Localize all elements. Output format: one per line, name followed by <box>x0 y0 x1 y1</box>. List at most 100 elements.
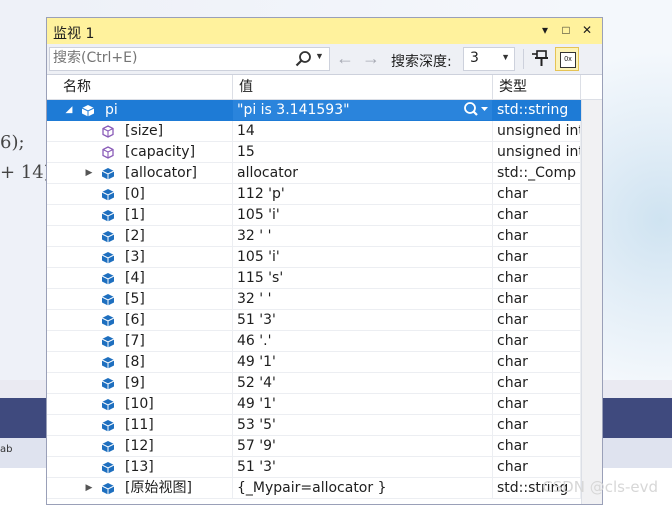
watch-row-name-cell: [6] <box>47 310 233 331</box>
watch-row-type: char <box>493 226 581 247</box>
watch-row-value[interactable]: 51 '3' <box>233 457 493 478</box>
watch-row-value-text: 46 '.' <box>237 333 272 349</box>
watch-row-name: [size] <box>125 123 164 139</box>
collapse-arrow-icon[interactable]: ◢ <box>63 100 75 120</box>
watch-row-value[interactable]: 112 'p' <box>233 184 493 205</box>
watch-row-type: char <box>493 310 581 331</box>
watch-row-value-text: 57 '9' <box>237 438 276 454</box>
watch-row-value-text: "pi is 3.141593" <box>237 102 350 118</box>
watch-row-value[interactable]: "pi is 3.141593" <box>233 100 493 121</box>
watch-row[interactable]: [10] 49 '1' char <box>47 394 581 415</box>
watch-row[interactable]: [size] 14 unsigned int <box>47 121 581 142</box>
field-icon <box>101 483 115 495</box>
watch-row-type: std::_Comp <box>493 163 581 184</box>
watch-row-type: unsigned int <box>493 121 581 142</box>
watch-row-name-cell: [12] <box>47 436 233 457</box>
watch-row[interactable]: [5] 32 ' ' char <box>47 289 581 310</box>
field-icon <box>101 378 115 390</box>
search-options-dropdown-icon[interactable]: ▼ <box>315 51 324 61</box>
watch-row-type: char <box>493 436 581 457</box>
expand-arrow-icon[interactable]: ▶ <box>83 478 95 498</box>
visualizer-magnifier-icon[interactable] <box>460 100 490 120</box>
watch-row-value-text: 115 's' <box>237 270 284 286</box>
watch-row-name-cell: ◢ pi <box>47 100 233 121</box>
watch-row[interactable]: [12] 57 '9' char <box>47 436 581 457</box>
watch-row[interactable]: ▶ [原始视图] {_Mypair=allocator } std::string <box>47 478 581 499</box>
expand-arrow-icon[interactable]: ▶ <box>83 163 95 183</box>
watch-row-type: char <box>493 415 581 436</box>
search-input[interactable] <box>53 49 281 67</box>
watch-row-type: char <box>493 394 581 415</box>
watch-row-name: [7] <box>125 333 145 349</box>
watch-row-value[interactable]: 32 ' ' <box>233 289 493 310</box>
search-icon[interactable] <box>294 49 314 69</box>
field-icon <box>101 420 115 432</box>
search-box[interactable]: ▼ <box>49 47 330 71</box>
watch-row[interactable]: [8] 49 '1' char <box>47 352 581 373</box>
watch-row-value[interactable]: 105 'i' <box>233 205 493 226</box>
watch-row[interactable]: [4] 115 's' char <box>47 268 581 289</box>
watch-row[interactable]: [9] 52 '4' char <box>47 373 581 394</box>
watch-row-value-text: allocator <box>237 165 299 181</box>
watch-rows: ◢ pi "pi is 3.141593" std::string[size] 14 un… <box>47 100 581 504</box>
field-icon <box>101 462 115 474</box>
search-next-icon[interactable]: → <box>360 48 382 70</box>
watch-row-name-cell: ▶ [allocator] <box>47 163 233 184</box>
watch-row-value-text: 49 '1' <box>237 396 276 412</box>
watch-row-value[interactable]: 53 '5' <box>233 415 493 436</box>
vertical-scrollbar[interactable] <box>581 100 602 504</box>
watch-row[interactable]: [7] 46 '.' char <box>47 331 581 352</box>
object-icon <box>81 105 95 117</box>
watch-row-name-cell: [11] <box>47 415 233 436</box>
watch-row[interactable]: [1] 105 'i' char <box>47 205 581 226</box>
hexadecimal-display-button[interactable]: 0x <box>555 47 579 71</box>
watch-row-name: [6] <box>125 312 145 328</box>
watch-row-value[interactable]: 32 ' ' <box>233 226 493 247</box>
watch-row[interactable]: [2] 32 ' ' char <box>47 226 581 247</box>
field-icon <box>101 399 115 411</box>
column-header-type[interactable]: 类型 <box>493 75 581 99</box>
watch-row-value[interactable]: 15 <box>233 142 493 163</box>
watch-row-value-text: 112 'p' <box>237 186 285 202</box>
watch-row[interactable]: [capacity] 15 unsigned int <box>47 142 581 163</box>
watermark: CSDN @cls-evd <box>542 478 658 496</box>
maximize-icon[interactable]: □ <box>557 21 575 39</box>
watch-row-name-cell: [size] <box>47 121 233 142</box>
watch-row-value[interactable]: 49 '1' <box>233 394 493 415</box>
pin-icon[interactable] <box>529 48 551 70</box>
watch-row[interactable]: ◢ pi "pi is 3.141593" std::string <box>47 100 581 121</box>
watch-row-value[interactable]: 46 '.' <box>233 331 493 352</box>
watch-row-value[interactable]: 52 '4' <box>233 373 493 394</box>
window-title-bar[interactable]: 监视 1 ▾ □ ✕ <box>47 18 602 44</box>
watch-row-value[interactable]: allocator <box>233 163 493 184</box>
watch-row-value[interactable]: 115 's' <box>233 268 493 289</box>
watch-row-name-cell: [7] <box>47 331 233 352</box>
field-icon <box>101 210 115 222</box>
close-icon[interactable]: ✕ <box>578 21 596 39</box>
watch-row-name-cell: [10] <box>47 394 233 415</box>
watch-row-value[interactable]: 49 '1' <box>233 352 493 373</box>
watch-row[interactable]: ▶ [allocator] allocator std::_Comp <box>47 163 581 184</box>
watch-row-name: [8] <box>125 354 145 370</box>
watch-row-value[interactable]: 51 '3' <box>233 310 493 331</box>
watch-row-value-text: 105 'i' <box>237 207 280 223</box>
watch-row-value-text: 53 '5' <box>237 417 276 433</box>
watch-row-value[interactable]: 14 <box>233 121 493 142</box>
watch-row[interactable]: [13] 51 '3' char <box>47 457 581 478</box>
watch-row[interactable]: [3] 105 'i' char <box>47 247 581 268</box>
column-header-value[interactable]: 值 <box>233 75 493 99</box>
column-header-name[interactable]: 名称 <box>57 75 233 99</box>
watch-row-value-text: 32 ' ' <box>237 228 272 244</box>
window-menu-dropdown-icon[interactable]: ▾ <box>536 21 554 39</box>
search-previous-icon[interactable]: ← <box>334 48 356 70</box>
search-depth-select[interactable]: 3 ▼ <box>463 47 515 71</box>
watch-row-name: [13] <box>125 459 154 475</box>
watch-row[interactable]: [0] 112 'p' char <box>47 184 581 205</box>
watch-row[interactable]: [6] 51 '3' char <box>47 310 581 331</box>
watch-row[interactable]: [11] 53 '5' char <box>47 415 581 436</box>
watch-row-value[interactable]: 105 'i' <box>233 247 493 268</box>
field-icon <box>101 273 115 285</box>
watch-row-name-cell: ▶ [原始视图] <box>47 478 233 499</box>
watch-row-value[interactable]: 57 '9' <box>233 436 493 457</box>
watch-row-value[interactable]: {_Mypair=allocator } <box>233 478 493 499</box>
